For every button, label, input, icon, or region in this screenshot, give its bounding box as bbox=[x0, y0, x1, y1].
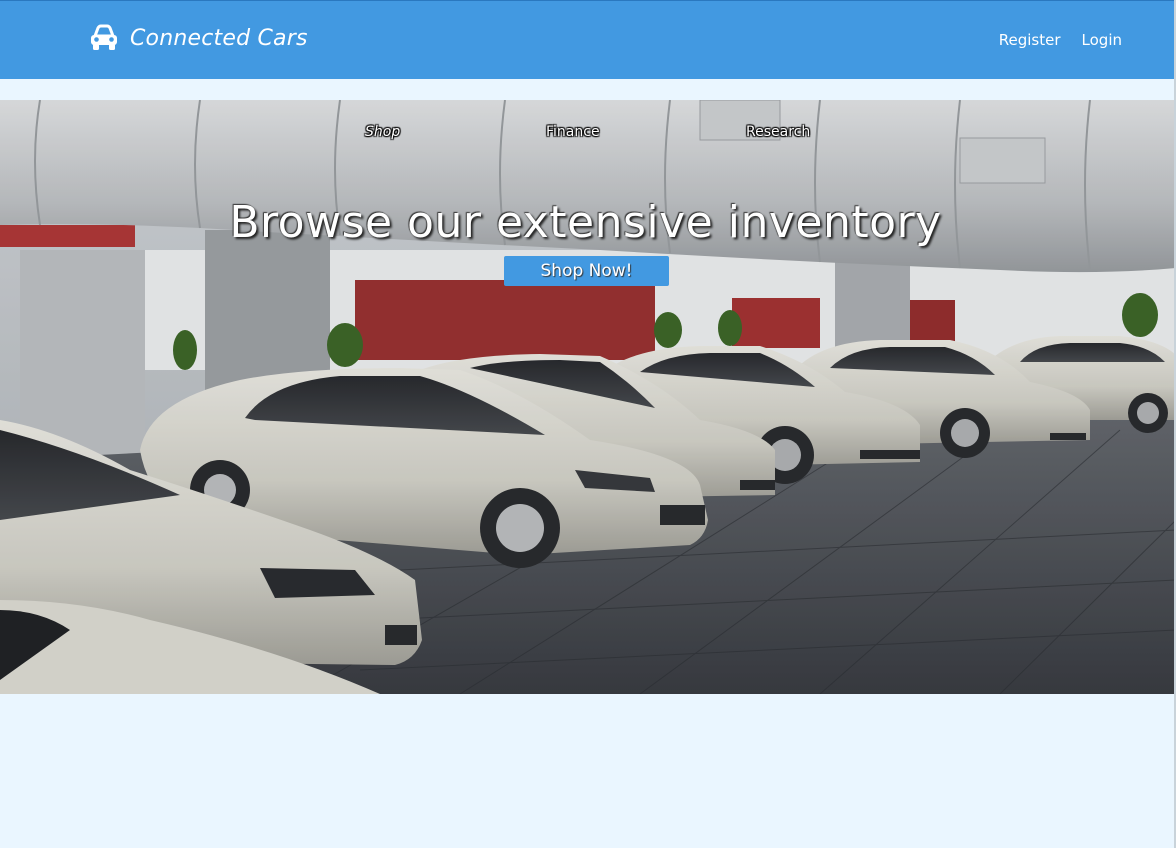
nav-item-shop[interactable]: Shop bbox=[365, 124, 400, 140]
nav-item-finance[interactable]: Finance bbox=[546, 124, 600, 140]
auth-links: Register Login bbox=[999, 31, 1122, 49]
showroom-image bbox=[0, 100, 1176, 694]
car-icon bbox=[88, 23, 120, 53]
hero-title: Browse our extensive inventory bbox=[229, 197, 942, 248]
shop-now-button[interactable]: Shop Now! bbox=[504, 256, 669, 286]
brand-logo[interactable]: Connected Cars bbox=[88, 23, 308, 53]
section-nav: Shop Finance Research bbox=[0, 124, 1176, 144]
top-navbar: Connected Cars Register Login bbox=[0, 0, 1176, 79]
nav-item-research[interactable]: Research bbox=[746, 124, 810, 140]
login-link[interactable]: Login bbox=[1082, 31, 1122, 49]
hero-banner: Shop Finance Research Browse our extensi… bbox=[0, 100, 1176, 694]
register-link[interactable]: Register bbox=[999, 31, 1061, 49]
brand-name: Connected Cars bbox=[130, 25, 308, 51]
